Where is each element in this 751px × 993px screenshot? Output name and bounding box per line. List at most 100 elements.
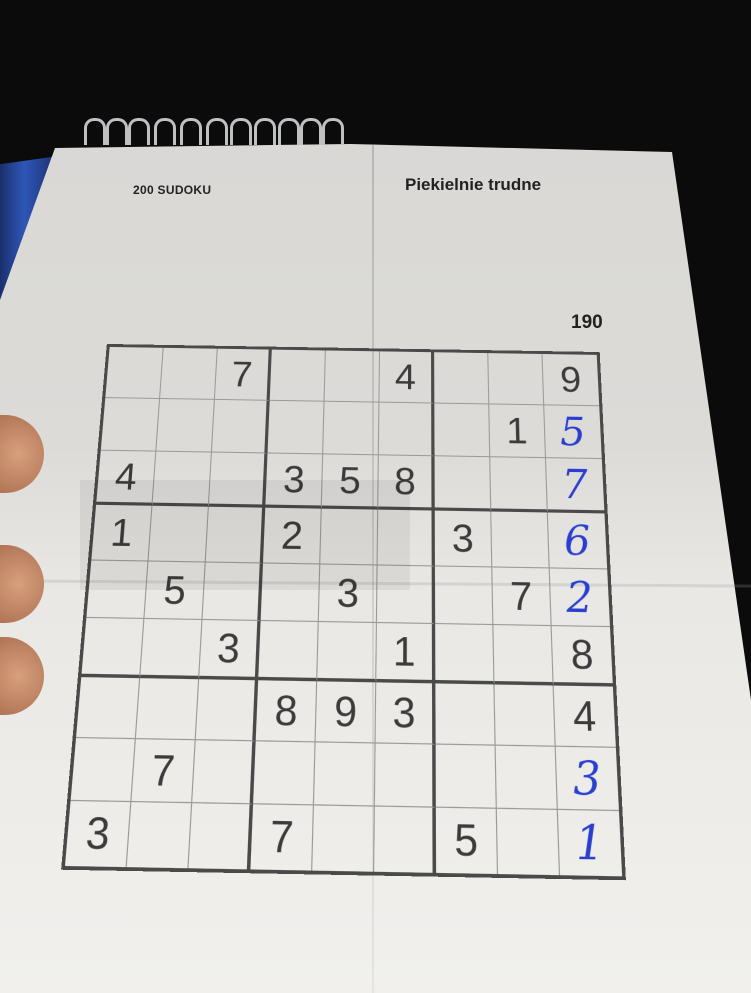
sudoku-cell[interactable]: 3 bbox=[434, 510, 493, 568]
sudoku-cell[interactable]: 9 bbox=[315, 681, 377, 744]
sudoku-cell[interactable] bbox=[105, 346, 164, 399]
finger bbox=[0, 415, 44, 493]
sudoku-cell[interactable]: 3 bbox=[265, 453, 324, 509]
sudoku-cell[interactable]: 5 bbox=[435, 807, 499, 875]
sudoku-cell[interactable] bbox=[258, 621, 319, 682]
binding-ring bbox=[180, 118, 202, 145]
binding-ring bbox=[322, 118, 344, 145]
sudoku-cell[interactable] bbox=[156, 398, 215, 453]
sudoku-cell[interactable]: 1 bbox=[376, 623, 436, 684]
sudoku-cell[interactable]: 3 bbox=[555, 746, 619, 812]
binding-ring bbox=[254, 118, 276, 145]
sudoku-cell[interactable] bbox=[81, 617, 145, 679]
sudoku-cell[interactable]: 8 bbox=[551, 626, 613, 687]
sudoku-cell[interactable]: 9 bbox=[542, 354, 600, 407]
sudoku-cell[interactable]: 2 bbox=[262, 507, 322, 565]
sudoku-cell[interactable] bbox=[205, 506, 266, 564]
sudoku-cell[interactable] bbox=[323, 401, 380, 456]
sudoku-cell[interactable] bbox=[434, 403, 491, 458]
sudoku-cell[interactable] bbox=[126, 802, 193, 869]
sudoku-cell[interactable] bbox=[188, 803, 254, 870]
sudoku-cell[interactable] bbox=[374, 743, 436, 808]
sudoku-cell[interactable]: 2 bbox=[549, 568, 610, 628]
sudoku-cell[interactable]: 8 bbox=[378, 455, 435, 511]
sudoku-cell[interactable] bbox=[211, 399, 270, 454]
sudoku-cell[interactable]: 7 bbox=[546, 458, 605, 514]
binding-ring bbox=[84, 118, 106, 145]
sudoku-cell[interactable] bbox=[434, 456, 492, 512]
sudoku-cell[interactable]: 1 bbox=[489, 404, 547, 459]
sudoku-cell[interactable] bbox=[269, 349, 326, 402]
sudoku-cell[interactable] bbox=[208, 452, 268, 508]
sudoku-cell[interactable] bbox=[495, 745, 558, 810]
sudoku-cell[interactable] bbox=[317, 622, 377, 683]
binding-ring bbox=[128, 118, 150, 145]
sudoku-cell[interactable] bbox=[312, 805, 375, 872]
sudoku-cell[interactable]: 4 bbox=[379, 351, 435, 404]
holding-fingers bbox=[0, 415, 60, 735]
sudoku-cell[interactable] bbox=[378, 402, 435, 457]
sudoku-cell[interactable] bbox=[70, 738, 136, 803]
sudoku-cell[interactable]: 1 bbox=[558, 810, 622, 876]
sudoku-cell[interactable] bbox=[493, 625, 554, 686]
sudoku-cell[interactable] bbox=[434, 352, 490, 405]
sudoku-cell[interactable] bbox=[260, 563, 321, 623]
sudoku-cell[interactable]: 7 bbox=[131, 739, 196, 804]
sudoku-cell[interactable]: 6 bbox=[547, 512, 608, 570]
sudoku-cell[interactable] bbox=[435, 744, 497, 809]
sudoku-cell[interactable] bbox=[135, 678, 200, 741]
sudoku-cell[interactable] bbox=[435, 624, 495, 685]
finger bbox=[0, 545, 44, 623]
difficulty-label: Piekielnie trudne bbox=[405, 175, 542, 194]
sudoku-cell[interactable] bbox=[192, 740, 256, 805]
puzzle-number: 190 bbox=[571, 312, 603, 333]
sudoku-cell[interactable]: 3 bbox=[64, 801, 132, 868]
sudoku-cell[interactable] bbox=[86, 560, 149, 619]
sudoku-cell[interactable] bbox=[267, 400, 325, 455]
sudoku-cell[interactable]: 7 bbox=[214, 348, 272, 401]
sudoku-cell[interactable]: 3 bbox=[318, 564, 378, 624]
sudoku-cell[interactable]: 1 bbox=[91, 504, 153, 562]
sudoku-cell[interactable] bbox=[195, 679, 259, 742]
sudoku-cell[interactable] bbox=[148, 505, 209, 563]
sudoku-cell[interactable]: 5 bbox=[544, 405, 602, 460]
sudoku-cell[interactable] bbox=[75, 677, 141, 740]
sudoku-cell[interactable] bbox=[377, 509, 435, 567]
sudoku-cell[interactable] bbox=[202, 562, 263, 622]
sudoku-cell[interactable] bbox=[491, 511, 550, 569]
sudoku-cell[interactable] bbox=[488, 353, 545, 406]
sudoku-cell[interactable] bbox=[100, 398, 161, 452]
sudoku-cell[interactable] bbox=[324, 350, 381, 403]
sudoku-cell[interactable] bbox=[140, 618, 203, 680]
sudoku-cell[interactable]: 4 bbox=[96, 450, 157, 506]
sudoku-cell[interactable] bbox=[494, 684, 556, 747]
binding-ring bbox=[106, 118, 128, 145]
sudoku-cell[interactable]: 7 bbox=[250, 804, 314, 871]
sudoku-cell[interactable] bbox=[313, 742, 376, 807]
sudoku-cell[interactable]: 5 bbox=[321, 454, 379, 510]
binding-ring bbox=[154, 118, 176, 145]
sudoku-grid: 7491543587123653723188934733751 bbox=[61, 343, 626, 881]
sudoku-cell[interactable]: 5 bbox=[144, 561, 206, 621]
sudoku-cell[interactable]: 3 bbox=[375, 682, 436, 745]
sudoku-cell[interactable] bbox=[435, 683, 496, 746]
sudoku-cell[interactable] bbox=[490, 457, 548, 513]
sudoku-cell[interactable] bbox=[376, 565, 436, 625]
sudoku-cell[interactable]: 4 bbox=[553, 685, 616, 748]
sudoku-cell[interactable] bbox=[374, 806, 437, 873]
finger bbox=[0, 637, 44, 715]
sudoku-cell[interactable] bbox=[253, 741, 316, 806]
sudoku-cell[interactable] bbox=[160, 347, 218, 400]
binding-ring bbox=[278, 118, 300, 145]
binding-ring bbox=[230, 118, 252, 145]
sudoku-cell[interactable]: 3 bbox=[199, 620, 261, 681]
sudoku-cell[interactable]: 7 bbox=[492, 567, 552, 627]
book-title: 200 SUDOKU bbox=[133, 183, 212, 197]
spiral-binding bbox=[84, 118, 354, 148]
sudoku-cell[interactable] bbox=[496, 808, 561, 876]
sudoku-cell[interactable] bbox=[320, 508, 379, 566]
sudoku-cell[interactable] bbox=[152, 451, 212, 507]
sudoku-cell[interactable] bbox=[434, 566, 494, 626]
binding-ring bbox=[206, 118, 228, 145]
sudoku-cell[interactable]: 8 bbox=[255, 680, 318, 743]
